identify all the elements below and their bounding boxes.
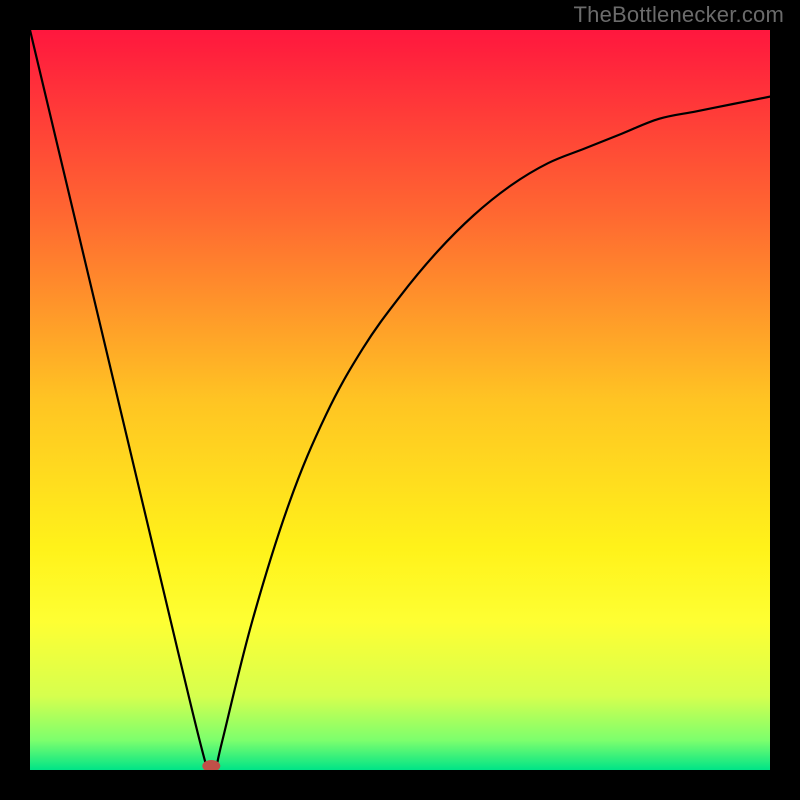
- chart-background: [30, 30, 770, 770]
- attribution-watermark: TheBottlenecker.com: [574, 2, 784, 28]
- chart-frame: TheBottlenecker.com: [0, 0, 800, 800]
- plot-area: [30, 30, 770, 770]
- bottleneck-chart-svg: [30, 30, 770, 770]
